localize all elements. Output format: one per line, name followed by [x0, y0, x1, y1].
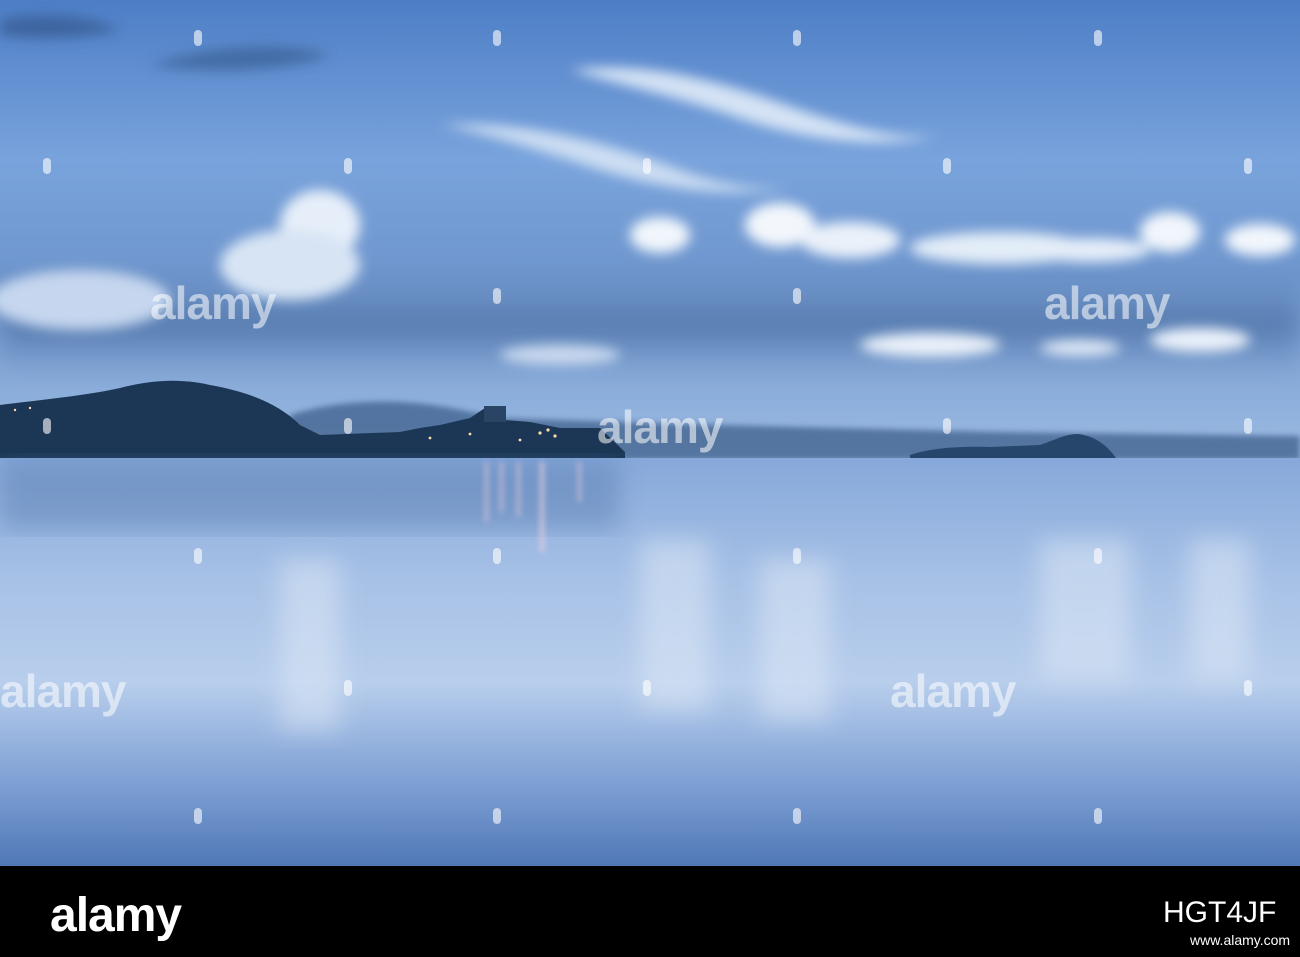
watermark-dot: [793, 548, 801, 564]
watermark-dot: [194, 548, 202, 564]
watermark-dot: [493, 808, 501, 824]
watermark-dot: [493, 548, 501, 564]
watermark-dot: [493, 288, 501, 304]
watermark-dot: [1244, 158, 1252, 174]
watermark-text: alamy: [597, 401, 723, 453]
watermark-dot: [793, 808, 801, 824]
watermark-dot: [194, 30, 202, 46]
watermark-dot: [793, 288, 801, 304]
watermark-text: alamy: [0, 665, 126, 717]
watermark-dot: [1244, 680, 1252, 696]
watermark-dot: [43, 418, 51, 434]
watermark-dot: [793, 30, 801, 46]
watermark-dot: [1094, 30, 1102, 46]
watermark-dot: [643, 158, 651, 174]
watermark-dot: [1244, 418, 1252, 434]
watermark-text: alamy: [150, 277, 276, 329]
stock-photo: alamy alamy alamy alamy alamy alamy HGT4…: [0, 0, 1300, 957]
watermark-dot: [643, 680, 651, 696]
watermark-dot: [344, 680, 352, 696]
image-id: HGT4JF: [1163, 896, 1277, 929]
watermark-dot: [344, 418, 352, 434]
watermark-text: alamy: [890, 665, 1016, 717]
watermark-text: alamy: [1044, 277, 1170, 329]
watermark-dot: [344, 158, 352, 174]
watermark-dot: [1094, 548, 1102, 564]
watermark-dot: [194, 808, 202, 824]
footer-logo: alamy: [50, 889, 182, 942]
footer-url: www.alamy.com: [1190, 932, 1291, 948]
watermark-dot: [943, 158, 951, 174]
watermark-dot: [493, 30, 501, 46]
watermark-dot: [1094, 808, 1102, 824]
watermark-dot: [43, 158, 51, 174]
footer-bar: alamy HGT4JF www.alamy.com: [0, 866, 1300, 957]
watermark-dot: [943, 418, 951, 434]
